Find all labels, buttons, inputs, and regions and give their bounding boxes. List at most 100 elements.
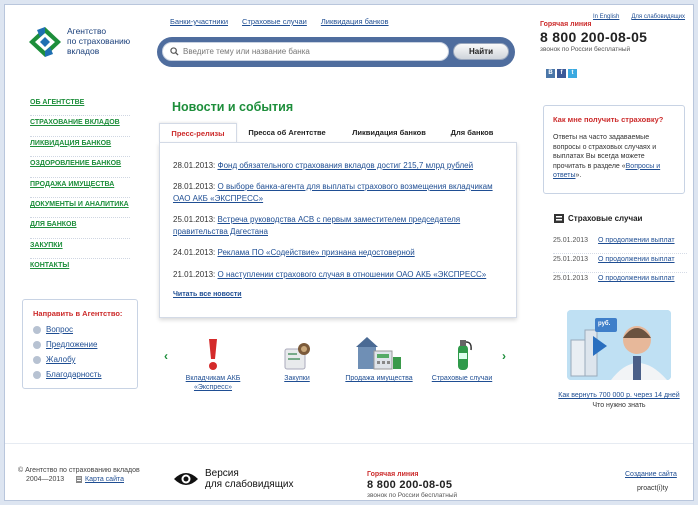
insurance-case-link[interactable]: О продолжении выплат (598, 235, 675, 253)
sitemap-icon (76, 476, 82, 483)
left-nav-about[interactable]: ОБ АГЕНТСТВЕ (30, 96, 130, 117)
hotline-header: Горячая линия 8 800 200-08-05 звонок по … (540, 21, 647, 53)
promo-banner[interactable]: руб. (567, 310, 671, 380)
top-nav: Банки-участники Страховые случаи Ликвида… (170, 17, 389, 26)
carousel-label: Продажа имущества (345, 375, 413, 382)
footer-years: 2004—2013 (26, 476, 65, 483)
news-link[interactable]: О наступлении страхового случая в отноше… (218, 270, 487, 279)
news-list: 28.01.2013: Фонд обязательного страхован… (159, 142, 517, 318)
news-title: Новости и события (172, 100, 294, 114)
version-line-1: Версия (205, 468, 239, 479)
top-nav-insurance-cases[interactable]: Страховые случаи (242, 17, 307, 26)
agency-item-label: Вопрос (46, 325, 74, 334)
faq-box: Как мне получить страховку? Ответы на ча… (543, 105, 685, 194)
top-nav-liquidation[interactable]: Ликвидация банков (321, 17, 389, 26)
page-frame: Агентство по страхованию вкладов Банки-у… (4, 4, 694, 501)
promo-image (567, 310, 671, 380)
agency-item-gratitude[interactable]: Благодарность (33, 370, 102, 379)
left-nav-contacts[interactable]: КОНТАКТЫ (30, 259, 130, 279)
site-creation-link[interactable]: Создание сайта (625, 471, 677, 478)
faq-tail: ». (575, 172, 582, 179)
hotline-footer-label: Горячая линия (367, 471, 419, 478)
logo-text: Агентство по страхованию вкладов (67, 26, 130, 56)
left-nav-property-sale[interactable]: ПРОДАЖА ИМУЩЕСТВА (30, 178, 130, 198)
promo-badge: руб. (598, 321, 611, 327)
bullet-icon (33, 370, 41, 379)
hotline-footer-number: 8 800 200-08-05 (367, 479, 453, 491)
hotline-note: звонок по России бесплатный (540, 46, 631, 53)
news-date: 28.01.2013: (173, 161, 216, 170)
top-nav-banks[interactable]: Банки-участники (170, 17, 228, 26)
tab-press-releases[interactable]: Пресс-релизы (159, 123, 237, 143)
news-link[interactable]: О выборе банка-агента для выплаты страхо… (173, 182, 493, 203)
insurance-case-link[interactable]: О продолжении выплат (598, 254, 675, 272)
bullet-icon (33, 355, 41, 364)
carousel-item-purchases[interactable]: Закупки (257, 335, 337, 383)
search-bar: Введите тему или название банка Найти (157, 37, 515, 67)
logo-line-3: вкладов (67, 46, 100, 56)
tab-for-banks[interactable]: Для банков (441, 123, 503, 143)
sitemap-link[interactable]: Карта сайта (76, 476, 124, 483)
news-item: 21.01.2013: О наступлении страхового слу… (173, 269, 503, 281)
tab-bank-liquidation[interactable]: Ликвидация банков (339, 123, 439, 143)
left-nav-purchases[interactable]: ЗАКУПКИ (30, 239, 130, 260)
extinguisher-icon (458, 340, 472, 370)
search-button[interactable]: Найти (453, 43, 509, 60)
left-nav-deposit-insurance[interactable]: СТРАХОВАНИЕ ВКЛАДОВ (30, 116, 130, 137)
visually-impaired-link[interactable]: Для слабовидящих (631, 14, 685, 20)
search-input[interactable]: Введите тему или название банка (162, 42, 449, 61)
news-item: 24.01.2013: Реклама ПО «Содействие» приз… (173, 247, 503, 259)
language-links: In English Для слабовидящих (593, 14, 685, 20)
left-nav: ОБ АГЕНТСТВЕ СТРАХОВАНИЕ ВКЛАДОВ ЛИКВИДА… (30, 96, 130, 280)
news-date: 24.01.2013: (173, 248, 216, 257)
promo-subtitle: Что нужно знать (592, 402, 646, 409)
hotline-number: 8 800 200-08-05 (540, 29, 648, 45)
bullet-icon (33, 340, 41, 349)
carousel-item-express[interactable]: Вкладчикам АКБ «Экспресс» (173, 335, 253, 392)
left-nav-for-banks[interactable]: ДЛЯ БАНКОВ (30, 218, 130, 239)
twitter-icon[interactable]: t (568, 69, 577, 78)
carousel-item-insurance-cases[interactable]: Страховые случаи (422, 335, 502, 383)
news-item: 28.01.2013: О выборе банка-агента для вы… (173, 181, 503, 205)
agency-item-proposal[interactable]: Предложение (33, 340, 97, 349)
news-item: 28.01.2013: Фонд обязательного страхован… (173, 160, 503, 172)
carousel-label: Страховые случаи (431, 375, 493, 382)
agency-item-question[interactable]: Вопрос (33, 325, 73, 334)
carousel-label: Вкладчикам АКБ «Экспресс» (185, 375, 241, 391)
news-date: 25.01.2013: (173, 215, 216, 224)
site-logo[interactable]: Агентство по страхованию вкладов (28, 24, 144, 62)
carousel-label: Закупки (284, 375, 310, 382)
english-link[interactable]: In English (593, 14, 619, 20)
logo-line-2: по страхованию (67, 36, 131, 46)
left-nav-recovery[interactable]: ОЗДОРОВЛЕНИЕ БАНКОВ (30, 157, 130, 178)
insurance-case-date: 25.01.2013 (553, 237, 589, 244)
insurance-cases-label: Страховые случаи (568, 214, 643, 223)
read-all-news-link[interactable]: Читать все новости (173, 291, 242, 298)
carousel-item-property[interactable]: Продажа имущества (339, 335, 419, 383)
search-placeholder: Введите тему или название банка (183, 47, 310, 56)
agency-item-label: Жалобу (46, 355, 76, 364)
news-link[interactable]: Реклама ПО «Содействие» признана недосто… (218, 248, 415, 257)
carousel-next-icon[interactable]: › (502, 349, 506, 363)
insurance-case-date: 25.01.2013 (553, 275, 589, 282)
tab-press-about-agency[interactable]: Пресса об Агентстве (239, 123, 335, 143)
hotline-footer: Горячая линия 8 800 200-08-05 звонок по … (367, 471, 457, 499)
insurance-case-link[interactable]: О продолжении выплат (598, 273, 675, 292)
visually-impaired-version-link[interactable]: Версия для слабовидящих (173, 468, 294, 490)
version-line-2: для слабовидящих (205, 479, 294, 490)
footer-divider (5, 443, 693, 444)
promo-link[interactable]: Как вернуть 700 000 р. через 14 дней (551, 392, 687, 399)
facebook-icon[interactable]: f (557, 69, 566, 78)
proactivity-logo[interactable]: proact(i)ty (637, 485, 668, 492)
insurance-case-row: 25.01.2013 О продолжении выплат (553, 254, 687, 273)
agency-item-label: Предложение (46, 340, 98, 349)
left-nav-documents[interactable]: ДОКУМЕНТЫ И АНАЛИТИКА (30, 198, 130, 219)
agency-item-complaint[interactable]: Жалобу (33, 355, 76, 364)
left-nav-liquidation[interactable]: ЛИКВИДАЦИЯ БАНКОВ (30, 137, 130, 158)
news-link[interactable]: Встреча руководства АСВ с первым замести… (173, 215, 460, 236)
news-date: 21.01.2013: (173, 270, 216, 279)
vk-icon[interactable]: В (546, 69, 555, 78)
news-link[interactable]: Фонд обязательного страхования вкладов д… (218, 161, 474, 170)
carousel-prev-icon[interactable]: ‹ (164, 349, 168, 363)
version-text: Версия для слабовидящих (205, 468, 294, 490)
